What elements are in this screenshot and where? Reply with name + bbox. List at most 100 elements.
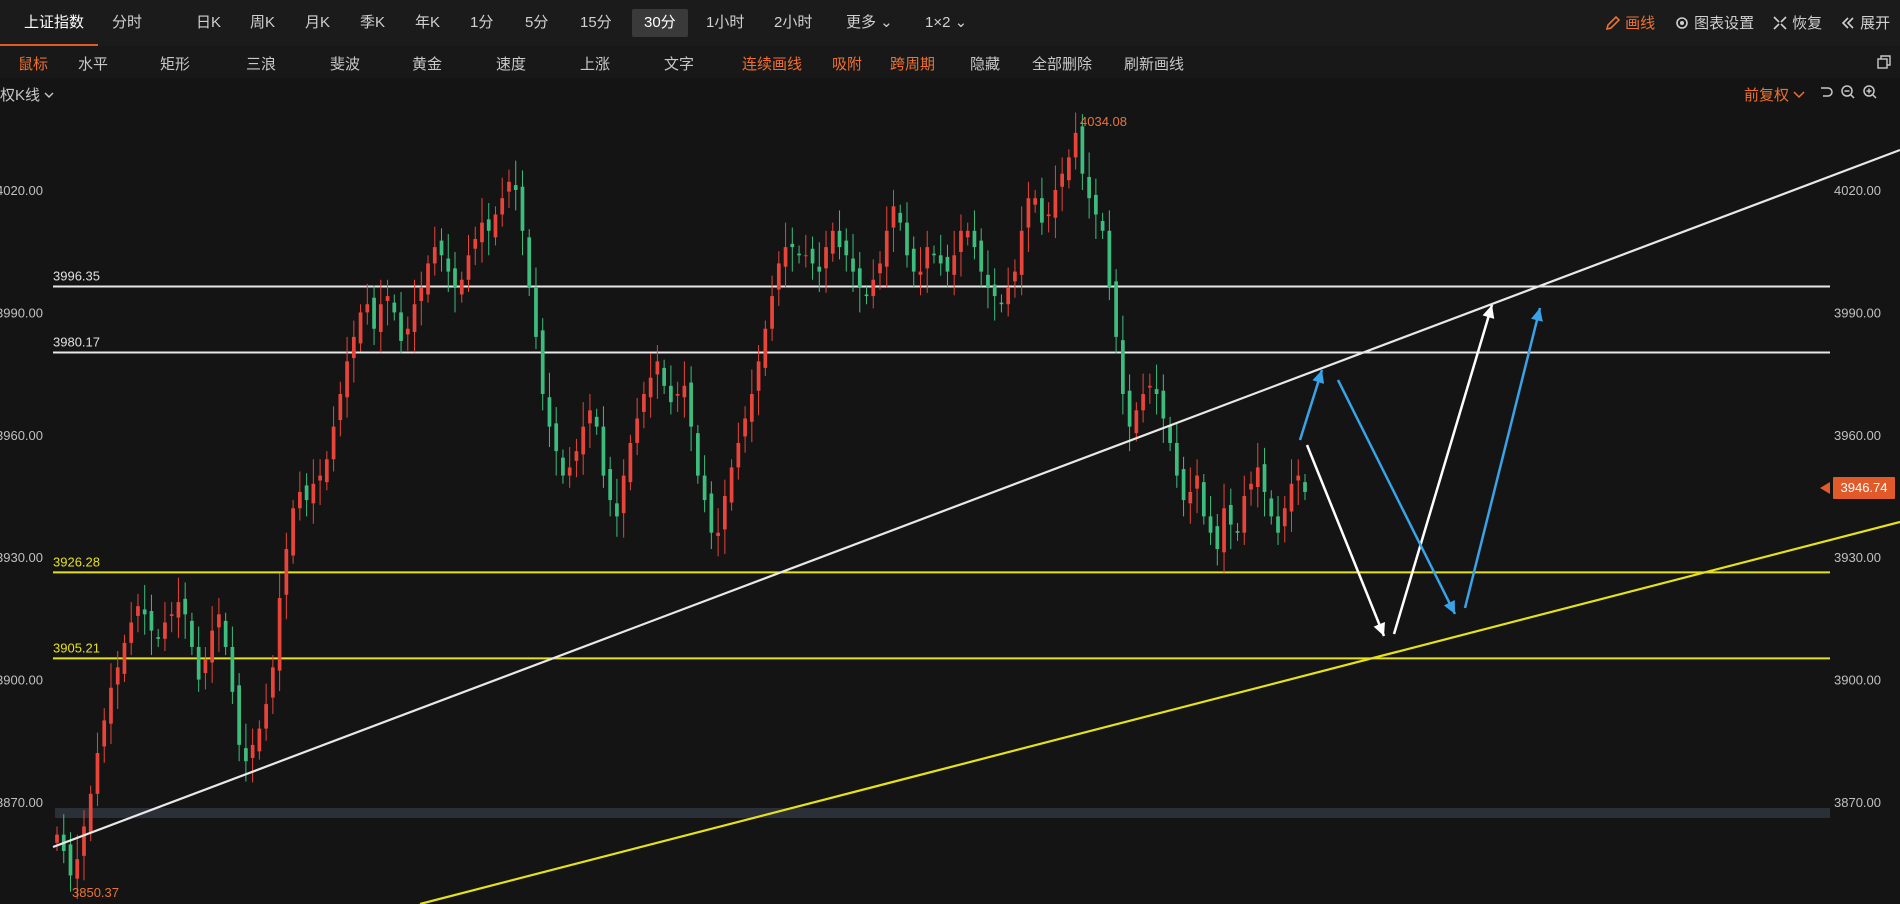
candle-body xyxy=(1087,176,1091,199)
candle-body xyxy=(938,255,943,264)
y-tick-left: 3900.00 xyxy=(0,673,43,688)
candle-body xyxy=(770,296,774,329)
candle-body xyxy=(1242,496,1247,533)
candle-body xyxy=(574,451,579,461)
candle-body xyxy=(1073,132,1078,158)
candle-body xyxy=(581,426,586,455)
candle-body xyxy=(1033,198,1038,205)
level-label: 3980.17 xyxy=(53,335,100,350)
candle-body xyxy=(345,361,349,398)
kline-chart[interactable]: 3870.00 3870.00 3900.00 3900.00 3930.00 3930.… xyxy=(0,0,1900,904)
y-tick-right: 3900.00 xyxy=(1834,673,1881,688)
candle-body xyxy=(857,268,862,288)
candle-body xyxy=(1080,126,1085,174)
candle-body xyxy=(722,496,727,530)
candle-body xyxy=(291,508,295,556)
candle-body xyxy=(986,274,990,288)
candle-body xyxy=(729,467,734,503)
price-tag-pointer xyxy=(1820,482,1830,494)
y-tick-left: 3870.00 xyxy=(0,795,43,810)
candle-body xyxy=(1208,516,1213,533)
candle-body xyxy=(979,240,984,272)
candle-body xyxy=(945,256,950,272)
candle-body xyxy=(55,834,59,843)
candle-body xyxy=(871,279,876,297)
candle-body xyxy=(1147,385,1152,388)
candle-body xyxy=(1121,340,1125,394)
candle-body xyxy=(1154,389,1159,394)
candle-body xyxy=(1013,271,1017,282)
candle-body xyxy=(689,382,693,427)
candle-body xyxy=(331,426,336,460)
plot-area xyxy=(0,106,1900,904)
candle-body xyxy=(709,493,714,533)
candle-body xyxy=(527,237,532,288)
candle-body xyxy=(250,744,255,758)
candle-body xyxy=(655,361,660,375)
candle-body xyxy=(1134,410,1139,434)
candle-body xyxy=(1262,464,1267,492)
candle-body xyxy=(1107,230,1112,288)
candle-body xyxy=(486,219,491,231)
candle-body xyxy=(864,294,869,297)
candle-body xyxy=(830,230,835,254)
candle-body xyxy=(136,606,140,616)
candle-body xyxy=(554,423,559,452)
candle-body xyxy=(621,475,626,514)
candle-body xyxy=(594,416,599,427)
candle-body xyxy=(466,255,471,280)
level-label: 3926.28 xyxy=(53,554,100,569)
candle-body xyxy=(972,230,977,248)
candle-body xyxy=(230,646,235,692)
candle-body xyxy=(803,255,808,257)
candle-body xyxy=(1053,190,1058,218)
candle-body xyxy=(473,238,478,249)
candle-body xyxy=(1161,390,1166,419)
candle-body xyxy=(763,328,768,368)
candle-body xyxy=(115,667,120,685)
candle-body xyxy=(878,263,882,274)
level-label: 3996.35 xyxy=(53,268,100,283)
candle-body xyxy=(338,394,343,421)
candle-body xyxy=(1249,483,1253,490)
y-tick-right: 3990.00 xyxy=(1834,305,1881,320)
candle-body xyxy=(1228,504,1233,525)
candle-body xyxy=(696,433,700,476)
candle-body xyxy=(905,222,909,256)
candle-body xyxy=(884,230,889,267)
candle-body xyxy=(682,385,687,398)
candle-body xyxy=(615,503,619,517)
candle-body xyxy=(851,258,855,272)
candle-body xyxy=(520,186,525,231)
candle-body xyxy=(1094,194,1098,215)
candle-body xyxy=(122,642,127,674)
candle-body xyxy=(911,248,916,272)
candle-body xyxy=(149,611,154,631)
candle-body xyxy=(372,297,376,329)
candle-body xyxy=(817,266,822,272)
candle-body xyxy=(284,549,289,595)
y-tick-right: 3930.00 xyxy=(1834,550,1881,565)
candle-body xyxy=(648,377,653,398)
candle-body xyxy=(351,336,356,359)
candle-body xyxy=(1019,230,1024,275)
candle-body xyxy=(324,459,329,483)
candle-body xyxy=(1282,508,1287,527)
candle-body xyxy=(999,302,1004,305)
level-label: 3905.21 xyxy=(53,640,100,655)
candle-body xyxy=(561,457,565,476)
candle-body xyxy=(385,296,390,301)
candle-body xyxy=(1195,475,1199,489)
candle-body xyxy=(534,287,538,337)
candle-body xyxy=(790,243,795,248)
candle-body xyxy=(169,614,174,616)
candle-body xyxy=(271,667,275,698)
candle-body xyxy=(1215,526,1220,550)
candle-body xyxy=(453,268,457,288)
candle-body xyxy=(297,491,302,509)
candle-body xyxy=(837,230,842,248)
candle-body xyxy=(1006,287,1011,305)
candle-body xyxy=(1181,469,1186,501)
candle-body xyxy=(1222,508,1226,553)
high-price-label: 4034.08 xyxy=(1080,114,1127,129)
